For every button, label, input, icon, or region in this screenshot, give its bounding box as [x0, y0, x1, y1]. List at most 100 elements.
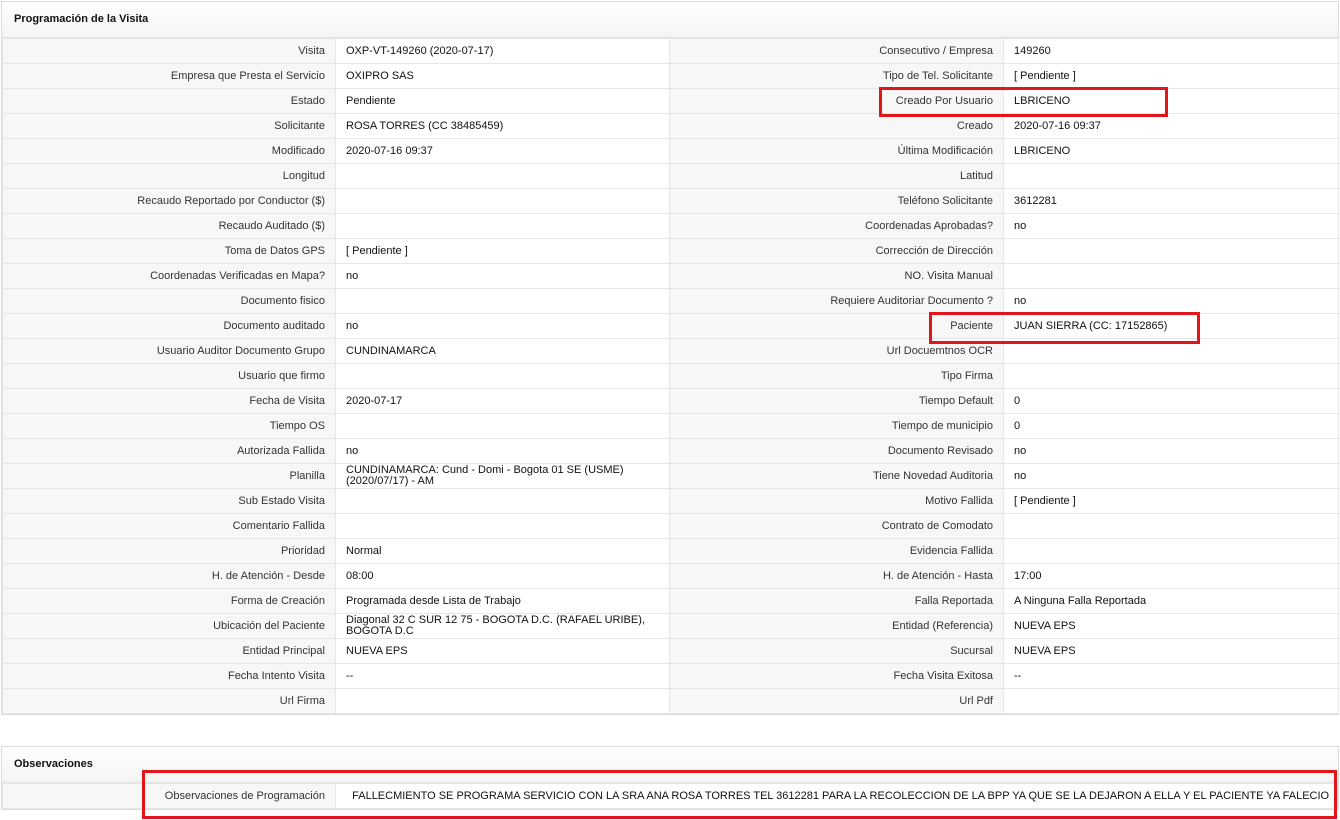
- field-value-left: [ Pendiente ]: [335, 238, 670, 264]
- table-row: Usuario Auditor Documento Grupo CUNDINAMA…: [2, 338, 1339, 364]
- field-value-right: 0: [1003, 388, 1339, 414]
- table-row: Ubicación del Paciente Diagonal 32 C SUR …: [2, 613, 1339, 639]
- table-row: Recaudo Reportado por Conductor ($) Teléf…: [2, 188, 1339, 214]
- field-value-left: Diagonal 32 C SUR 12 75 - BOGOTA D.C. (R…: [335, 613, 670, 639]
- field-value-left: OXIPRO SAS: [335, 63, 670, 89]
- field-value-left: 2020-07-16 09:37: [335, 138, 670, 164]
- field-label-left: Recaudo Reportado por Conductor ($): [2, 188, 336, 214]
- field-label-right: Documento Revisado: [669, 438, 1004, 464]
- field-label-right: Corrección de Dirección: [669, 238, 1004, 264]
- field-label-right: Tipo de Tel. Solicitante: [669, 63, 1004, 89]
- field-value-right: 149260: [1003, 38, 1339, 64]
- field-value-right: [1003, 163, 1339, 189]
- field-label-right: Teléfono Solicitante: [669, 188, 1004, 214]
- table-row: Toma de Datos GPS[ Pendiente ] Corrección…: [2, 238, 1339, 264]
- observations-row: Observaciones de Programación FALLECMIEN…: [2, 783, 1338, 809]
- field-label-right: Requiere Auditoriar Documento ?: [669, 288, 1004, 314]
- field-value-left: 2020-07-17: [335, 388, 670, 414]
- field-label-left: Url Firma: [2, 688, 336, 714]
- table-row: Empresa que Presta el Servicio OXIPRO SAS…: [2, 63, 1339, 89]
- table-row: Fecha de Visita 2020-07-17 Tiempo Default…: [2, 388, 1339, 414]
- field-label-right: Latitud: [669, 163, 1004, 189]
- field-label-left: Tiempo OS: [2, 413, 336, 439]
- field-value-left: CUNDINAMARCA: [335, 338, 670, 364]
- field-value-right: --: [1003, 663, 1339, 689]
- field-label-right: Tiene Novedad Auditoria: [669, 463, 1004, 489]
- observations-panel: Observaciones Observaciones de Programac…: [1, 746, 1339, 810]
- field-label-left: Solicitante: [2, 113, 336, 139]
- field-value-right: no: [1003, 213, 1339, 239]
- field-label-left: Modificado: [2, 138, 336, 164]
- field-label-right: Fecha Visita Exitosa: [669, 663, 1004, 689]
- table-row: Url Firma Url Pdf: [2, 688, 1339, 714]
- field-value-left: [335, 513, 670, 539]
- field-value-right: LBRICENO: [1003, 88, 1339, 114]
- field-value-right: 17:00: [1003, 563, 1339, 589]
- field-value-right: [1003, 363, 1339, 389]
- visit-details-table: Visita OXP-VT-149260 (2020-07-17) Consecut…: [2, 38, 1339, 714]
- field-label-left: Empresa que Presta el Servicio: [2, 63, 336, 89]
- field-value-right: no: [1003, 438, 1339, 464]
- field-value-right: [1003, 688, 1339, 714]
- field-label-left: Fecha Intento Visita: [2, 663, 336, 689]
- table-row: Longitud Latitud: [2, 163, 1339, 189]
- table-row: H. de Atención - Desde 08:00 H. de Atenció…: [2, 563, 1339, 589]
- field-value-left: no: [335, 313, 670, 339]
- observations-table: Observaciones de Programación FALLECMIEN…: [2, 783, 1338, 809]
- field-value-right: A Ninguna Falla Reportada: [1003, 588, 1339, 614]
- observations-label: Observaciones de Programación: [2, 783, 336, 809]
- field-label-right: Tiempo Default: [669, 388, 1004, 414]
- field-label-right: Motivo Fallida: [669, 488, 1004, 514]
- field-label-right: Creado Por Usuario: [669, 88, 1004, 114]
- observations-title: Observaciones: [2, 747, 1338, 783]
- table-row: Prioridad Normal Evidencia Fallida: [2, 538, 1339, 564]
- field-label-right: Consecutivo / Empresa: [669, 38, 1004, 64]
- field-value-right: [1003, 263, 1339, 289]
- field-label-left: Coordenadas Verificadas en Mapa?: [2, 263, 336, 289]
- field-value-left: OXP-VT-149260 (2020-07-17): [335, 38, 670, 64]
- field-label-left: Prioridad: [2, 538, 336, 564]
- field-value-right: [1003, 238, 1339, 264]
- field-label-left: Usuario Auditor Documento Grupo: [2, 338, 336, 364]
- table-row: Usuario que firmo Tipo Firma: [2, 363, 1339, 389]
- field-label-right: Url Docuemtnos OCR: [669, 338, 1004, 364]
- field-label-right: Falla Reportada: [669, 588, 1004, 614]
- field-label-left: Comentario Fallida: [2, 513, 336, 539]
- field-value-left: [335, 188, 670, 214]
- field-value-left: CUNDINAMARCA: Cund - Domi - Bogota 01 SE…: [335, 463, 670, 489]
- field-label-left: Forma de Creación: [2, 588, 336, 614]
- table-row: Comentario Fallida Contrato de Comodato: [2, 513, 1339, 539]
- field-value-left: no: [335, 438, 670, 464]
- table-row: Sub Estado Visita Motivo Fallida[ Pendien…: [2, 488, 1339, 514]
- field-value-right: no: [1003, 463, 1339, 489]
- table-row: Entidad Principal NUEVA EPS Sucursal NUEVA …: [2, 638, 1339, 664]
- field-value-left: Pendiente: [335, 88, 670, 114]
- table-row: Planilla CUNDINAMARCA: Cund - Domi - Bogo…: [2, 463, 1339, 489]
- field-label-right: Última Modificación: [669, 138, 1004, 164]
- field-label-left: Entidad Principal: [2, 638, 336, 664]
- field-label-left: Ubicación del Paciente: [2, 613, 336, 639]
- field-label-right: Tiempo de municipio: [669, 413, 1004, 439]
- field-label-right: Evidencia Fallida: [669, 538, 1004, 564]
- field-value-right: [1003, 338, 1339, 364]
- field-value-left: [335, 688, 670, 714]
- field-value-left: [335, 363, 670, 389]
- field-label-right: Entidad (Referencia): [669, 613, 1004, 639]
- table-row: Forma de Creación Programada desde Lista …: [2, 588, 1339, 614]
- field-label-right: Coordenadas Aprobadas?: [669, 213, 1004, 239]
- visit-programming-title: Programación de la Visita: [2, 2, 1338, 38]
- field-value-right: [ Pendiente ]: [1003, 488, 1339, 514]
- field-label-left: Toma de Datos GPS: [2, 238, 336, 264]
- field-value-right: 3612281: [1003, 188, 1339, 214]
- field-value-left: Programada desde Lista de Trabajo: [335, 588, 670, 614]
- field-label-right: Sucursal: [669, 638, 1004, 664]
- field-label-left: Usuario que firmo: [2, 363, 336, 389]
- table-row: Tiempo OS Tiempo de municipio 0: [2, 413, 1339, 439]
- field-label-right: H. de Atención - Hasta: [669, 563, 1004, 589]
- field-value-left: [335, 413, 670, 439]
- field-value-left: 08:00: [335, 563, 670, 589]
- table-row: Autorizada Fallida no Documento Revisado …: [2, 438, 1339, 464]
- field-value-right: 2020-07-16 09:37: [1003, 113, 1339, 139]
- field-label-left: Documento fisico: [2, 288, 336, 314]
- table-row: Documento auditado no Paciente JUAN SIERRA…: [2, 313, 1339, 339]
